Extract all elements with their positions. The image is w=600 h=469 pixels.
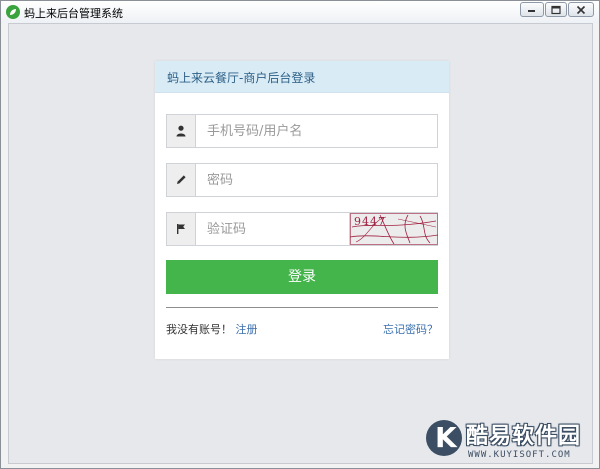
captcha-code: 9447	[354, 215, 386, 228]
close-button[interactable]	[568, 2, 594, 17]
username-addon	[167, 115, 196, 147]
minimize-icon	[528, 9, 535, 12]
app-window: 蚂上来后台管理系统 蚂上来云餐厅-商户后台登录 手机号码/用户名 验证码 944…	[0, 0, 600, 469]
password-field	[166, 163, 438, 197]
register-link[interactable]: 注册	[236, 323, 258, 336]
client-area: 蚂上来云餐厅-商户后台登录 手机号码/用户名 验证码 9447 登录 我没有账号…	[8, 23, 593, 464]
login-panel: 蚂上来云餐厅-商户后台登录 手机号码/用户名 验证码 9447 登录 我没有账号…	[155, 61, 449, 359]
no-account-text: 我没有账号！	[166, 323, 232, 336]
flag-icon	[177, 224, 185, 234]
watermark: K 酷易软件园 WWW.KUYISOFT.COM	[426, 418, 596, 466]
divider	[166, 307, 438, 308]
password-input[interactable]	[196, 164, 436, 196]
captcha-field: 9447	[166, 212, 438, 246]
login-title: 蚂上来云餐厅-商户后台登录	[167, 71, 316, 85]
close-icon	[576, 5, 586, 14]
app-logo-icon	[6, 5, 20, 19]
no-account-row: 我没有账号！ 注册	[166, 321, 258, 337]
watermark-logo-icon: K	[426, 420, 462, 456]
title-bar[interactable]: 蚂上来后台管理系统	[1, 1, 599, 23]
maximize-icon	[551, 5, 561, 14]
user-icon	[176, 125, 186, 137]
captcha-addon	[167, 213, 196, 245]
login-panel-header: 蚂上来云餐厅-商户后台登录	[155, 61, 449, 93]
login-button[interactable]: 登录	[166, 260, 438, 294]
minimize-button[interactable]	[520, 2, 544, 17]
captcha-image[interactable]: 9447	[349, 213, 438, 245]
forgot-password-link[interactable]: 忘记密码？	[383, 321, 438, 337]
watermark-brand: 酷易软件园	[466, 424, 582, 449]
watermark-url: WWW.KUYISOFT.COM	[468, 450, 571, 460]
captcha-input[interactable]	[196, 213, 348, 245]
pencil-icon	[177, 175, 186, 184]
maximize-button[interactable]	[545, 2, 567, 17]
username-input[interactable]	[196, 115, 436, 147]
window-title: 蚂上来后台管理系统	[24, 7, 123, 20]
username-field	[166, 114, 438, 148]
password-addon	[167, 164, 196, 196]
